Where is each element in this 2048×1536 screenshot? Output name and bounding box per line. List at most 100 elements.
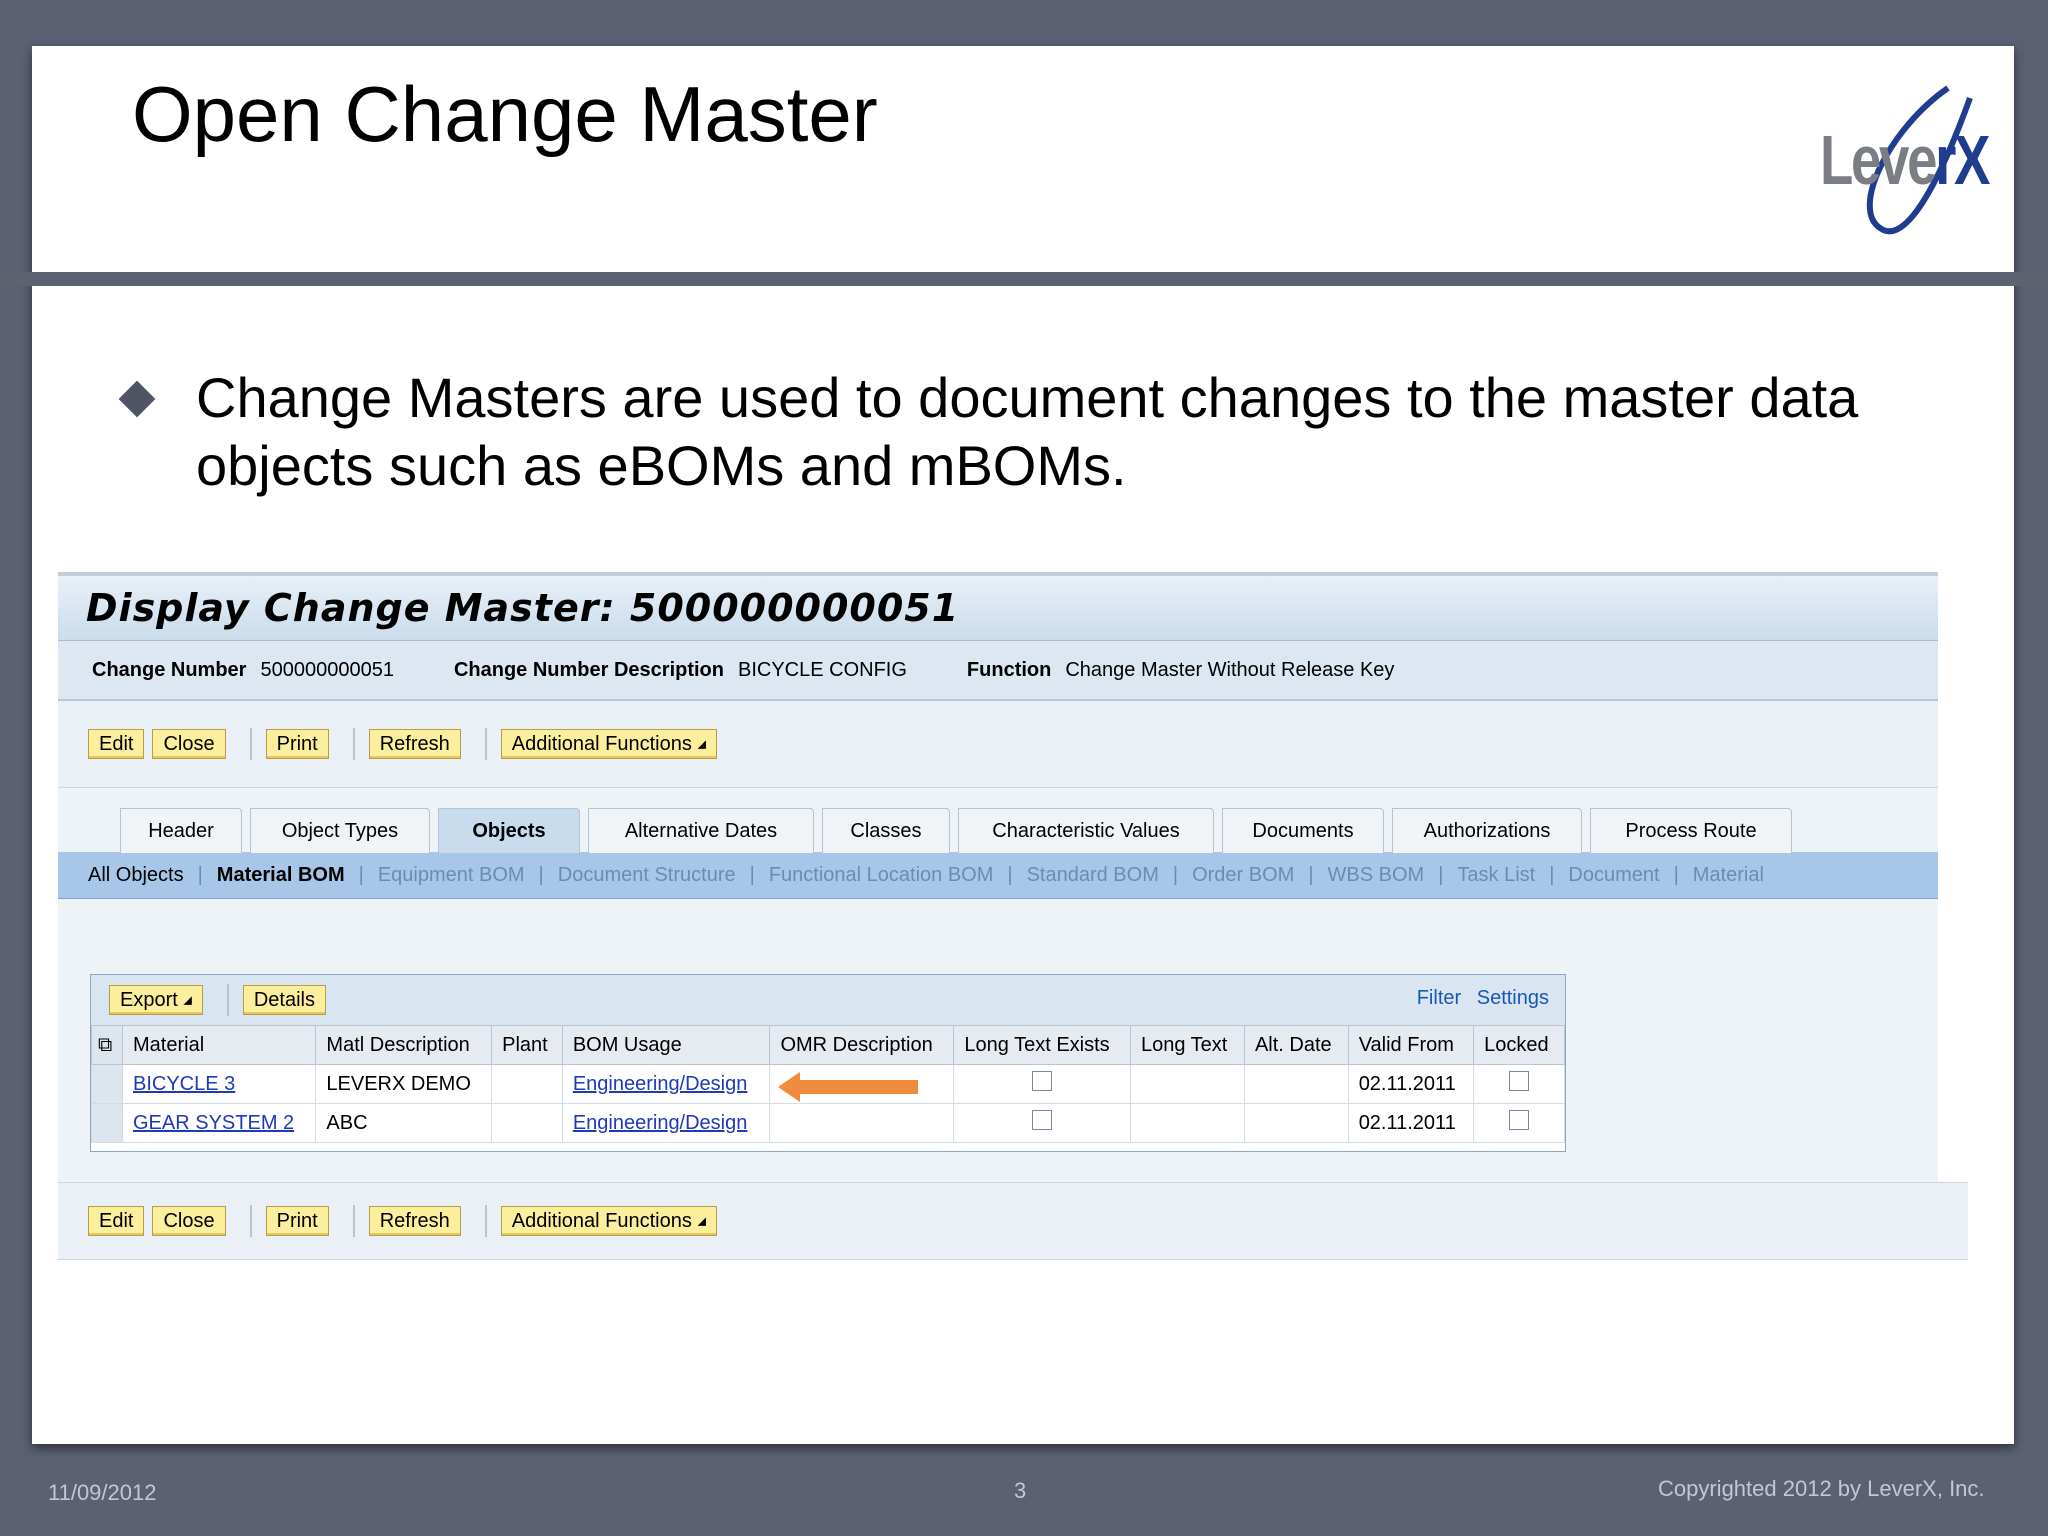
toolbar-separator bbox=[484, 1205, 487, 1237]
table-links: Filter Settings bbox=[1407, 987, 1549, 1010]
column-matl-description[interactable]: Matl Description bbox=[315, 1025, 493, 1065]
alt-date-cell bbox=[1243, 1064, 1349, 1104]
dropdown-triangle-icon: ◢ bbox=[183, 994, 192, 1007]
valid-from-cell: 02.11.2011 bbox=[1347, 1064, 1475, 1104]
dropdown-triangle-icon: ◢ bbox=[697, 738, 706, 751]
logo-text: LeverX bbox=[1820, 121, 1990, 199]
subnav-document[interactable]: Document bbox=[1568, 864, 1659, 887]
description-cell: ABC bbox=[315, 1103, 493, 1143]
edit-button[interactable]: Edit bbox=[88, 729, 145, 759]
toolbar-separator bbox=[249, 1205, 252, 1237]
subnav-task-list[interactable]: Task List bbox=[1457, 864, 1535, 887]
toolbar-separator bbox=[484, 728, 487, 760]
locked-cell bbox=[1473, 1064, 1565, 1104]
locked-checkbox[interactable] bbox=[1509, 1110, 1530, 1130]
toolbar-separator bbox=[352, 728, 355, 760]
tab-object-types[interactable]: Object Types bbox=[250, 808, 430, 853]
column-long-text-exists[interactable]: Long Text Exists bbox=[953, 1025, 1131, 1065]
subnav-order-bom[interactable]: Order BOM bbox=[1192, 864, 1294, 887]
tab-objects[interactable]: Objects bbox=[438, 808, 580, 853]
refresh-button[interactable]: Refresh bbox=[368, 1206, 461, 1236]
long-text-cell bbox=[1129, 1064, 1245, 1104]
export-button[interactable]: Export ◢ bbox=[109, 984, 203, 1016]
bom-usage-link[interactable]: Engineering/Design bbox=[573, 1073, 748, 1095]
sap-screenshot: Display Change Master: 500000000051 Chan… bbox=[58, 572, 1968, 1260]
footer-page-number: 3 bbox=[1014, 1478, 1027, 1503]
close-button[interactable]: Close bbox=[152, 1206, 226, 1236]
column-alt-date[interactable]: Alt. Date bbox=[1243, 1025, 1349, 1065]
locked-checkbox[interactable] bbox=[1509, 1071, 1530, 1091]
tab-classes[interactable]: Classes bbox=[822, 808, 950, 853]
additional-functions-button[interactable]: Additional Functions ◢ bbox=[500, 1205, 717, 1237]
subnav-material[interactable]: Material bbox=[1693, 864, 1764, 887]
description-cell: LEVERX DEMO bbox=[315, 1064, 493, 1104]
material-link[interactable]: BICYCLE 3 bbox=[133, 1073, 235, 1095]
title-band: Open Change Master LeverX bbox=[32, 46, 2014, 270]
subnav-functional-location-bom[interactable]: Functional Location BOM bbox=[769, 864, 994, 887]
settings-link[interactable]: Settings bbox=[1477, 987, 1549, 1009]
subnav-equipment-bom[interactable]: Equipment BOM bbox=[378, 864, 525, 887]
sap-page-title: Display Change Master: 500000000051 bbox=[58, 576, 1938, 641]
subnav-standard-bom[interactable]: Standard BOM bbox=[1027, 864, 1159, 887]
column-long-text[interactable]: Long Text bbox=[1129, 1025, 1245, 1065]
column-valid-from[interactable]: Valid From bbox=[1347, 1025, 1475, 1065]
omr-cell bbox=[769, 1103, 955, 1143]
alt-date-cell bbox=[1243, 1103, 1349, 1143]
material-cell: GEAR SYSTEM 2 bbox=[121, 1103, 317, 1143]
plant-cell bbox=[491, 1064, 563, 1104]
top-toolbar: Edit Close Print Refresh Additional Func… bbox=[58, 701, 1938, 788]
usage-cell: Engineering/Design bbox=[561, 1103, 771, 1143]
tab-process-route[interactable]: Process Route bbox=[1590, 808, 1792, 853]
table-header-row: ⧉ Material Matl Description Plant BOM Us… bbox=[91, 1025, 1565, 1065]
close-button[interactable]: Close bbox=[152, 729, 226, 759]
filter-link[interactable]: Filter bbox=[1417, 987, 1461, 1009]
long-text-exists-checkbox[interactable] bbox=[1032, 1071, 1053, 1091]
tab-authorizations[interactable]: Authorizations bbox=[1392, 808, 1582, 853]
valid-from-cell: 02.11.2011 bbox=[1347, 1103, 1475, 1143]
function-label: Function bbox=[966, 658, 1052, 681]
material-link[interactable]: GEAR SYSTEM 2 bbox=[133, 1112, 294, 1134]
change-info-bar: Change Number 500000000051 Change Number… bbox=[58, 641, 1938, 701]
leverx-logo: LeverX bbox=[1820, 68, 2000, 248]
tab-header[interactable]: Header bbox=[120, 808, 242, 853]
subnav-all-objects[interactable]: All Objects bbox=[88, 864, 184, 887]
tab-characteristic-values[interactable]: Characteristic Values bbox=[958, 808, 1214, 853]
locked-cell bbox=[1473, 1103, 1565, 1143]
details-button[interactable]: Details bbox=[242, 985, 326, 1015]
column-plant[interactable]: Plant bbox=[491, 1025, 563, 1065]
subnav-wbs-bom[interactable]: WBS BOM bbox=[1328, 864, 1425, 887]
subnav-material-bom[interactable]: Material BOM bbox=[217, 864, 345, 887]
tab-documents[interactable]: Documents bbox=[1222, 808, 1384, 853]
toolbar-separator bbox=[249, 728, 252, 760]
diamond-bullet-icon bbox=[118, 380, 156, 418]
row-selector[interactable] bbox=[91, 1103, 123, 1143]
long-text-exists-checkbox[interactable] bbox=[1032, 1110, 1053, 1130]
column-omr-description[interactable]: OMR Description bbox=[769, 1025, 955, 1065]
table-toolbar: Export ◢ Details Filter Settings bbox=[91, 975, 1565, 1025]
highlight-arrow-icon bbox=[778, 1072, 918, 1102]
column-material[interactable]: Material bbox=[121, 1025, 317, 1065]
additional-functions-button[interactable]: Additional Functions ◢ bbox=[500, 728, 717, 760]
edit-button[interactable]: Edit bbox=[88, 1206, 145, 1236]
toolbar-separator bbox=[352, 1205, 355, 1237]
bom-usage-link[interactable]: Engineering/Design bbox=[573, 1112, 748, 1134]
long-text-exists-cell bbox=[953, 1103, 1131, 1143]
print-button[interactable]: Print bbox=[265, 729, 329, 759]
subnav-document-structure[interactable]: Document Structure bbox=[558, 864, 736, 887]
row-selector[interactable] bbox=[91, 1064, 123, 1104]
toolbar-separator bbox=[226, 984, 229, 1016]
tab-alternative-dates[interactable]: Alternative Dates bbox=[588, 808, 814, 853]
select-all-icon[interactable]: ⧉ bbox=[91, 1025, 123, 1065]
column-bom-usage[interactable]: BOM Usage bbox=[561, 1025, 771, 1065]
objects-table-panel: Export ◢ Details Filter Settings ⧉ Mater… bbox=[90, 974, 1566, 1152]
footer-copyright: Copyrighted 2012 by LeverX, Inc. bbox=[1658, 1476, 1985, 1501]
refresh-button[interactable]: Refresh bbox=[368, 729, 461, 759]
usage-cell: Engineering/Design bbox=[561, 1064, 771, 1104]
dropdown-triangle-icon: ◢ bbox=[697, 1215, 706, 1228]
description-label: Change Number Description bbox=[453, 658, 724, 681]
column-locked[interactable]: Locked bbox=[1473, 1025, 1565, 1065]
description-value: BICYCLE CONFIG bbox=[738, 658, 907, 681]
long-text-cell bbox=[1129, 1103, 1245, 1143]
print-button[interactable]: Print bbox=[265, 1206, 329, 1236]
bottom-toolbar: Edit Close Print Refresh Additional Func… bbox=[58, 1182, 1968, 1260]
